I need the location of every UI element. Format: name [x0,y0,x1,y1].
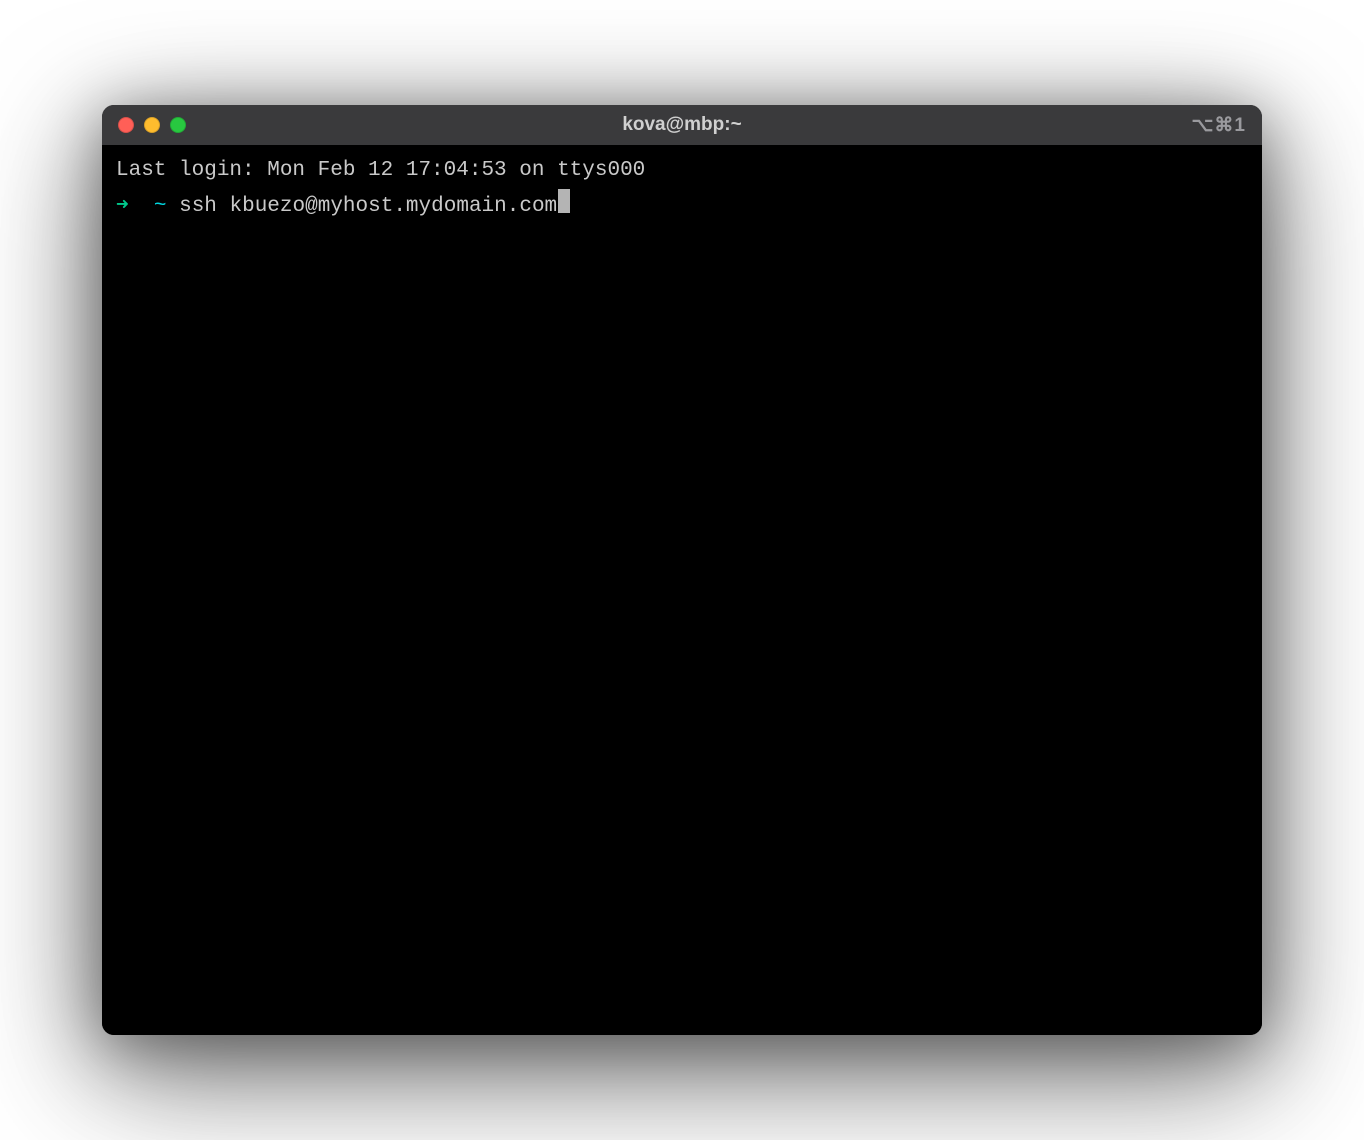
prompt-line: ➜ ~ ssh kbuezo@myhost.mydomain.com [116,187,1248,223]
prompt-spacer [129,191,154,223]
prompt-spacer [166,191,179,223]
title-bar[interactable]: kova@mbp:~ ⌥⌘1 [102,105,1262,145]
cursor-icon [558,189,570,213]
window-shortcut-indicator: ⌥⌘1 [1192,114,1246,137]
window-title: kova@mbp:~ [622,114,741,136]
terminal-window: kova@mbp:~ ⌥⌘1 Last login: Mon Feb 12 17… [102,105,1262,1035]
command-input[interactable]: ssh kbuezo@myhost.mydomain.com [179,191,557,223]
traffic-lights [118,117,186,133]
prompt-cwd: ~ [154,191,167,223]
minimize-icon[interactable] [144,117,160,133]
last-login-line: Last login: Mon Feb 12 17:04:53 on ttys0… [116,155,1248,187]
maximize-icon[interactable] [170,117,186,133]
prompt-arrow-icon: ➜ [116,191,129,223]
close-icon[interactable] [118,117,134,133]
terminal-window-wrapper: kova@mbp:~ ⌥⌘1 Last login: Mon Feb 12 17… [102,105,1262,1035]
terminal-body[interactable]: Last login: Mon Feb 12 17:04:53 on ttys0… [102,145,1262,1035]
